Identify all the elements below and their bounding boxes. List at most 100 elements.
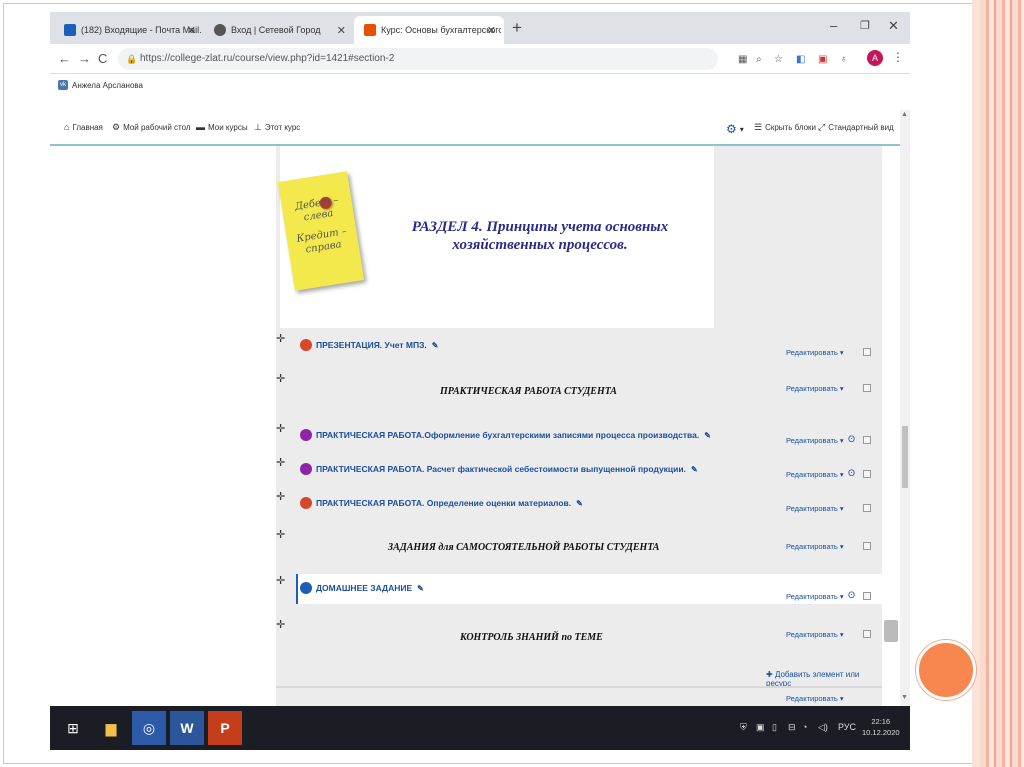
activity-item[interactable]: ПРАКТИЧЕСКАЯ РАБОТА.Оформление бухгалтер…: [300, 429, 711, 441]
move-handle-icon[interactable]: ✛: [276, 422, 285, 435]
edit-menu[interactable]: Редактировать ▾: [786, 504, 844, 513]
standard-view-button[interactable]: ⤢ Стандартный вид: [818, 122, 894, 133]
bookmark-vk[interactable]: vk Анжела Арсланова: [58, 80, 143, 90]
maximize-button[interactable]: ❐: [860, 19, 870, 32]
completion-checkbox[interactable]: [863, 542, 871, 550]
close-icon[interactable]: ✕: [487, 24, 496, 37]
close-window-button[interactable]: ✕: [888, 18, 899, 34]
list-icon: ☰: [754, 122, 763, 132]
tab-course[interactable]: Курс: Основы бухгалтерского уч ✕: [354, 16, 504, 44]
hide-blocks-button[interactable]: ☰ Скрыть блоки: [754, 122, 816, 133]
url-field[interactable]: 🔒 https://college-zlat.ru/course/view.ph…: [118, 48, 718, 70]
url-text: https://college-zlat.ru/course/view.php?…: [140, 53, 395, 64]
address-bar: ← → C 🔒 https://college-zlat.ru/course/v…: [50, 44, 910, 74]
scroll-up-icon[interactable]: ▲: [901, 111, 908, 118]
completion-checkbox[interactable]: [863, 630, 871, 638]
eye-icon[interactable]: ʘ: [848, 468, 855, 478]
language-indicator[interactable]: РУС: [838, 722, 856, 732]
edit-pencil-icon[interactable]: ✎: [691, 465, 698, 474]
word-icon[interactable]: W: [170, 711, 204, 745]
move-handle-icon[interactable]: ✛: [276, 574, 285, 587]
activity-link[interactable]: ПРАКТИЧЕСКАЯ РАБОТА.Оформление бухгалтер…: [316, 430, 699, 440]
close-icon[interactable]: ✕: [187, 24, 196, 37]
activity-link[interactable]: ДОМАШНЕЕ ЗАДАНИЕ: [316, 583, 412, 593]
activity-link[interactable]: ПРАКТИЧЕСКАЯ РАБОТА. Определение оценки …: [316, 498, 571, 508]
edit-menu[interactable]: Редактировать ▾: [786, 592, 844, 601]
edit-menu[interactable]: Редактировать ▾: [786, 384, 844, 393]
moodle-navbar: ⌂ Главная ⚙ Мой рабочий стол ▬ Мои курсы…: [50, 110, 900, 146]
profile-avatar[interactable]: A: [867, 50, 883, 66]
sitemap-icon: ⊥: [254, 122, 262, 132]
clock[interactable]: 22:16 10.12.2020: [862, 716, 900, 738]
qr-icon[interactable]: ▦: [738, 54, 747, 65]
completion-checkbox[interactable]: [863, 470, 871, 478]
completion-checkbox[interactable]: [863, 504, 871, 512]
tray-volume-icon[interactable]: ◁): [818, 722, 828, 733]
globe-icon: [214, 24, 226, 36]
minimize-button[interactable]: –: [830, 18, 837, 33]
tray-shield-icon[interactable]: ⛨: [740, 722, 747, 733]
tray-usb-icon[interactable]: ▯: [772, 722, 777, 733]
edit-menu[interactable]: Редактировать ▾: [786, 348, 844, 357]
move-handle-icon[interactable]: ✛: [276, 618, 285, 631]
extension-icon[interactable]: ◧: [796, 54, 805, 65]
nav-this-course-label: Этот курс: [264, 123, 301, 132]
menu-icon[interactable]: ⋮: [892, 50, 904, 64]
move-handle-icon[interactable]: ✛: [276, 332, 285, 345]
tab-setevoy-gorod[interactable]: Вход | Сетевой Город ✕: [204, 16, 354, 44]
edit-menu[interactable]: Редактировать ▾: [786, 470, 844, 479]
extension-cup-icon[interactable]: ♁: [840, 54, 848, 65]
activity-link[interactable]: ПРАКТИЧЕСКАЯ РАБОТА. Расчет фактической …: [316, 464, 686, 474]
edit-pencil-icon[interactable]: ✎: [417, 584, 424, 593]
scroll-down-icon[interactable]: ▼: [901, 694, 908, 701]
eye-icon[interactable]: ʘ: [848, 590, 855, 600]
move-handle-icon[interactable]: ✛: [276, 528, 285, 541]
bookmarks-bar: vk Анжела Арсланова: [50, 74, 910, 98]
activity-item[interactable]: ПРАКТИЧЕСКАЯ РАБОТА. Расчет фактической …: [300, 463, 698, 475]
activity-link[interactable]: ПРЕЗЕНТАЦИЯ. Учет МПЗ.: [316, 340, 427, 350]
vertical-scrollbar[interactable]: ▲ ▼: [900, 110, 910, 706]
edit-menu[interactable]: Редактировать ▾: [786, 630, 844, 639]
activity-item[interactable]: ПРАКТИЧЕСКАЯ РАБОТА. Определение оценки …: [300, 497, 583, 509]
tray-app-icon[interactable]: ▣: [756, 722, 765, 733]
completion-checkbox[interactable]: [863, 592, 871, 600]
forward-button[interactable]: →: [78, 51, 91, 66]
back-button[interactable]: ←: [58, 51, 71, 66]
windows-start-icon[interactable]: ⊞: [56, 711, 90, 745]
scroll-to-top-button[interactable]: [884, 620, 898, 642]
completion-checkbox[interactable]: [863, 348, 871, 356]
tray-network-icon[interactable]: ⊟: [788, 722, 796, 733]
reload-button[interactable]: C: [98, 51, 107, 66]
completion-checkbox[interactable]: [863, 436, 871, 444]
scroll-thumb[interactable]: [902, 426, 908, 488]
nav-home[interactable]: ⌂ Главная: [64, 122, 103, 132]
move-handle-icon[interactable]: ✛: [276, 456, 285, 469]
tray-wifi-icon[interactable]: ◔: [802, 722, 807, 732]
browser-taskbar-icon[interactable]: ◎: [132, 711, 166, 745]
completion-checkbox[interactable]: [863, 384, 871, 392]
star-icon[interactable]: ☆: [774, 54, 783, 65]
zoom-icon[interactable]: ⌕: [756, 54, 762, 65]
edit-pencil-icon[interactable]: ✎: [432, 341, 439, 350]
settings-menu[interactable]: ⚙ ▾: [726, 122, 750, 136]
edit-pencil-icon[interactable]: ✎: [704, 431, 711, 440]
edit-menu[interactable]: Редактировать ▾: [786, 436, 844, 445]
nav-dashboard[interactable]: ⚙ Мой рабочий стол: [112, 122, 191, 133]
activity-item[interactable]: ПРЕЗЕНТАЦИЯ. Учет МПЗ. ✎: [300, 339, 438, 351]
edit-pencil-icon[interactable]: ✎: [576, 499, 583, 508]
eye-icon[interactable]: ʘ: [848, 434, 855, 444]
edit-menu[interactable]: Редактировать ▾: [786, 542, 844, 551]
tab-mail[interactable]: (182) Входящие - Почта Mail.ru ✕: [54, 16, 204, 44]
edit-menu[interactable]: Редактировать ▾: [786, 694, 844, 703]
file-explorer-icon[interactable]: ▆: [94, 711, 128, 745]
new-tab-button[interactable]: +: [512, 18, 522, 38]
youtube-extension-icon[interactable]: ▣: [818, 54, 827, 65]
presentation-icon: [300, 497, 312, 509]
powerpoint-icon[interactable]: P: [208, 711, 242, 745]
activity-item[interactable]: ДОМАШНЕЕ ЗАДАНИЕ ✎: [300, 582, 424, 594]
nav-my-courses[interactable]: ▬ Мои курсы: [196, 122, 248, 132]
nav-this-course[interactable]: ⊥ Этот курс: [254, 122, 300, 133]
close-icon[interactable]: ✕: [337, 24, 346, 37]
move-handle-icon[interactable]: ✛: [276, 372, 285, 385]
move-handle-icon[interactable]: ✛: [276, 490, 285, 503]
